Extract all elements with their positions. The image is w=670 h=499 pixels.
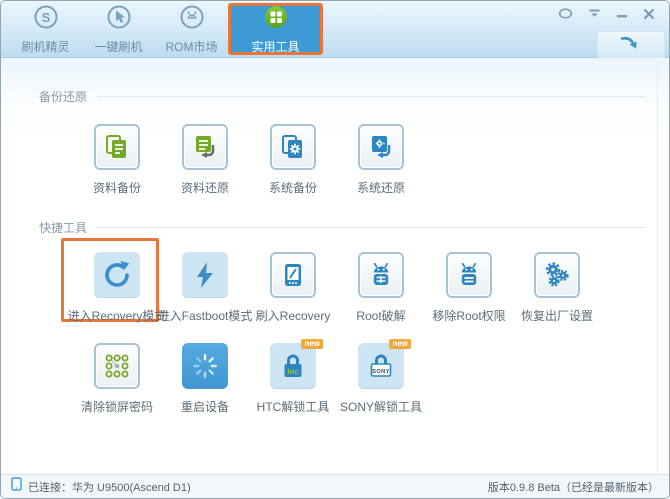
- svg-text:htc: htc: [287, 367, 298, 376]
- tool-label: Root破解: [356, 309, 406, 323]
- tool-label: HTC解锁工具: [256, 400, 330, 414]
- shuaji-logo-icon: S: [33, 4, 59, 35]
- tool-label: 重启设备: [180, 400, 229, 414]
- section-divider: [97, 227, 645, 228]
- data-backup-icon: [94, 124, 140, 170]
- main-tabs: S 刷机精灵 一键刷机 ROM市场 实用工具: [9, 3, 323, 55]
- tab-label: 一键刷机: [94, 39, 143, 54]
- quick-tools-row-2: 清除锁屏密码 重启设备 new htc HTC解锁工具 new SONY SON…: [73, 339, 425, 415]
- tool-label: 资料备份: [92, 181, 141, 195]
- tool-label: 刷入Recovery: [255, 309, 331, 323]
- android-circle-icon: [179, 4, 205, 35]
- pattern-lock-icon: [94, 343, 140, 389]
- tool-restart-device[interactable]: 重启设备: [161, 343, 249, 415]
- system-backup-icon: [270, 124, 316, 170]
- tab-one-key-flash[interactable]: 一键刷机: [82, 3, 155, 55]
- new-badge: new: [389, 339, 411, 349]
- tool-label: 恢复出厂设置: [520, 309, 593, 323]
- utilities-panel: 备份还原 资料备份 资料还原 系统备份 系统还原 快捷工具 进入Recovery…: [1, 58, 669, 474]
- section-title: 快捷工具: [39, 221, 88, 235]
- tool-root-crack[interactable]: Root破解: [337, 252, 425, 324]
- close-icon[interactable]: [643, 8, 655, 20]
- sony-unlock-icon: new SONY: [358, 339, 411, 389]
- tool-remove-root[interactable]: 移除Root权限: [425, 252, 513, 324]
- system-restore-icon: [358, 124, 404, 170]
- connection-status: 已连接：华为 U9500(Ascend D1): [11, 477, 191, 496]
- root-android-icon: [358, 252, 404, 298]
- minimize-icon[interactable]: [616, 9, 628, 19]
- app-window: S 刷机精灵 一键刷机 ROM市场 实用工具 备份还原 资料备份 资料还原 系统…: [0, 0, 670, 499]
- version-text: 版本0.9.8 Beta（已经是最新版本）: [487, 481, 659, 494]
- unroot-android-icon: [446, 252, 492, 298]
- tab-label: ROM市场: [165, 39, 218, 54]
- tool-label: 移除Root权限: [432, 309, 506, 323]
- tool-label: 清除锁屏密码: [80, 400, 153, 414]
- tool-flash-recovery[interactable]: 刷入Recovery: [249, 252, 337, 324]
- tool-system-restore[interactable]: 系统还原: [337, 124, 425, 196]
- htc-unlock-icon: new htc: [270, 339, 323, 389]
- restart-spinner-icon: [182, 343, 228, 389]
- factory-reset-gears-icon: [534, 252, 580, 298]
- feedback-icon[interactable]: [558, 8, 573, 20]
- tab-rom-market[interactable]: ROM市场: [155, 3, 228, 55]
- section-backup-restore: 备份还原: [39, 88, 645, 105]
- tool-clear-lockscreen[interactable]: 清除锁屏密码: [73, 343, 161, 415]
- tool-label: 系统备份: [268, 181, 317, 195]
- tool-label: SONY解锁工具: [339, 400, 422, 414]
- data-restore-icon: [182, 124, 228, 170]
- tool-factory-reset[interactable]: 恢复出厂设置: [513, 252, 601, 324]
- tool-system-backup[interactable]: 系统备份: [249, 124, 337, 196]
- tool-data-backup[interactable]: 资料备份: [73, 124, 161, 196]
- tool-enter-fastboot[interactable]: 进入Fastboot模式: [158, 252, 252, 324]
- tool-data-restore[interactable]: 资料还原: [161, 124, 249, 196]
- tool-label: 资料还原: [180, 181, 229, 195]
- skin-menu-icon[interactable]: [588, 9, 601, 19]
- curved-down-arrow-icon: [618, 34, 644, 57]
- top-navbar: S 刷机精灵 一键刷机 ROM市场 实用工具: [1, 1, 669, 60]
- recovery-mode-icon: [94, 252, 140, 298]
- tool-htc-unlock[interactable]: new htc HTC解锁工具: [249, 339, 337, 415]
- collapse-panel-button[interactable]: [597, 31, 665, 60]
- quick-tools-row-1: 进入Recovery模式 进入Fastboot模式 刷入Recovery Roo…: [68, 252, 601, 324]
- status-bar: 已连接：华为 U9500(Ascend D1) 版本0.9.8 Beta（已经是…: [1, 474, 669, 498]
- svg-text:SONY: SONY: [372, 369, 389, 375]
- new-badge: new: [301, 339, 323, 349]
- fastboot-lightning-icon: [182, 252, 228, 298]
- section-title: 备份还原: [39, 90, 88, 104]
- tab-utilities-selected[interactable]: 实用工具: [228, 3, 323, 55]
- flash-recovery-phone-icon: [270, 252, 316, 298]
- tool-label: 进入Fastboot模式: [157, 309, 253, 323]
- cursor-circle-icon: [106, 4, 132, 35]
- green-grid-icon: [263, 4, 289, 35]
- phone-icon: [11, 477, 22, 496]
- tool-sony-unlock[interactable]: new SONY SONY解锁工具: [337, 339, 425, 415]
- section-divider: [97, 96, 645, 97]
- tool-label: 系统还原: [356, 181, 405, 195]
- tab-label: 刷机精灵: [21, 39, 70, 54]
- svg-text:S: S: [41, 10, 50, 25]
- titlebar-controls: [558, 8, 655, 20]
- connection-text: 已连接：华为 U9500(Ascend D1): [28, 481, 191, 494]
- tool-label: 进入Recovery模式: [67, 309, 167, 323]
- tab-label: 实用工具: [251, 39, 300, 54]
- backup-tools-row: 资料备份 资料还原 系统备份 系统还原: [73, 124, 425, 196]
- panel-edge-divider: [657, 61, 658, 474]
- section-quick-tools: 快捷工具: [39, 219, 645, 236]
- tab-shuaji-jingling[interactable]: S 刷机精灵: [9, 3, 82, 55]
- tool-enter-recovery[interactable]: 进入Recovery模式: [68, 252, 166, 324]
